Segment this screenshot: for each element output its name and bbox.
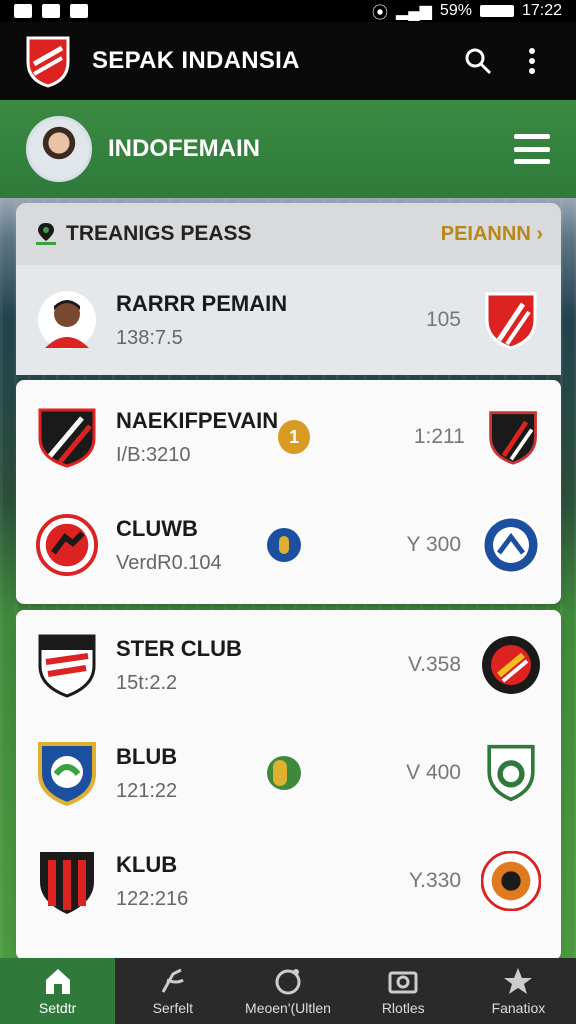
nav-item-matches[interactable]: Meoen'(Ultlen: [230, 958, 345, 1024]
item-sub: VerdR0.104: [116, 551, 222, 574]
item-value: Y.330: [408, 869, 461, 892]
item-sub: I/B:3210: [116, 443, 191, 466]
nav-label: Serfelt: [152, 1000, 194, 1016]
nav-label: Rlotles: [381, 1000, 425, 1016]
card-header: TREANIGS PEASS PEIANNN ›: [16, 203, 561, 265]
app-bar: SEPAK INDANSIA: [0, 22, 576, 100]
star-person-icon: [504, 968, 533, 994]
club-crest-icon: [36, 406, 98, 468]
status-bar: ⦿ ▂▄▆ 59% 17:22: [0, 0, 576, 22]
nav-item-fans[interactable]: Fanatiox: [461, 958, 576, 1024]
nav-label: Meoen'(Ultlen: [245, 1000, 331, 1016]
club-crest-icon: [485, 292, 537, 350]
item-sub: 121:22: [116, 779, 178, 802]
club-crest-icon: [482, 636, 540, 694]
notification-icon: [14, 4, 32, 18]
list-item[interactable]: NAEKIFPEVAIN I/B:3210 1 1:211: [16, 382, 561, 492]
wifi-icon: ⦿: [371, 5, 388, 22]
battery-icon: [479, 5, 514, 17]
see-all-label: PEIANNN: [440, 222, 531, 245]
nav-item-home[interactable]: Setdtr: [0, 958, 116, 1024]
signal-icon: ▂▄▆: [395, 3, 432, 20]
club-crest-icon: [36, 634, 98, 698]
hamburger-menu-icon[interactable]: [514, 134, 550, 164]
avatar[interactable]: [26, 116, 92, 182]
more-options-button[interactable]: [512, 41, 552, 81]
item-sub: 15t:2.2: [116, 671, 178, 694]
club-crest-icon: [481, 515, 541, 575]
item-sub: 122:216: [116, 887, 189, 910]
card-title: TREANIGS PEASS: [66, 222, 252, 245]
search-button[interactable]: [458, 41, 498, 81]
item-value: V 400: [406, 761, 461, 784]
app-title: SEPAK INDANSIA: [92, 47, 300, 74]
profile-name: INDOFEMAIN: [108, 135, 260, 162]
list-item[interactable]: KLUB 122:216 Y.330: [16, 826, 561, 936]
club-crest-icon: [487, 744, 535, 802]
location-pin-icon: [36, 223, 56, 245]
rank-badge: 1: [278, 420, 310, 454]
nav-item-media[interactable]: Rlotles: [346, 958, 461, 1024]
club-crest-icon: [36, 514, 98, 576]
battery-percent: 59%: [439, 2, 472, 19]
camera-icon: [388, 971, 418, 994]
club-crest-icon: [36, 742, 98, 806]
rank-badge: [267, 528, 301, 562]
list-item[interactable]: CLUWB VerdR0.104 Y 300: [16, 490, 561, 600]
item-name: BLUB: [116, 743, 178, 769]
item-value: Y 300: [406, 533, 462, 556]
item-value: 105: [425, 308, 461, 331]
item-name: NAEKIFPEVAIN: [116, 407, 279, 433]
nav-item-schedule[interactable]: Serfelt: [115, 958, 230, 1024]
refresh-ball-icon: [275, 969, 301, 995]
more-vertical-icon: [529, 48, 535, 74]
home-icon: [45, 969, 70, 994]
notification-icon: [70, 4, 88, 18]
item-sub: 138:7.5: [116, 326, 183, 349]
list-item[interactable]: STER CLUB 15t:2.2 V.358: [16, 610, 561, 720]
item-name: RARRR PEMAIN: [116, 290, 288, 316]
list-item[interactable]: BLUB 121:22 V 400: [16, 718, 561, 828]
item-value: V.358: [408, 653, 461, 676]
list-item[interactable]: RARRR PEMAIN 138:7.5 105: [16, 265, 561, 375]
see-all-link[interactable]: PEIANNN ›: [441, 223, 543, 246]
notification-icons: [14, 4, 88, 18]
whistle-icon: [161, 968, 184, 993]
search-icon: [465, 48, 492, 75]
clock: 17:22: [521, 2, 562, 19]
club-crest-icon: [489, 411, 537, 465]
player-avatar: [36, 289, 98, 351]
profile-bar: INDOFEMAIN: [0, 100, 576, 198]
rank-badge: [267, 756, 301, 790]
notification-icon: [42, 4, 60, 18]
chevron-right-icon: ›: [536, 222, 543, 245]
club-crest-icon: [36, 850, 98, 914]
item-name: CLUWB: [116, 515, 198, 541]
nav-label: Fanatiox: [491, 1000, 546, 1016]
club-crest-icon: [481, 851, 541, 911]
app-logo-icon: [26, 36, 70, 88]
nav-label: Setdtr: [38, 1000, 77, 1016]
item-value: 1:211: [413, 425, 465, 448]
status-indicators: ⦿ ▂▄▆ 59% 17:22: [372, 0, 562, 23]
item-name: STER CLUB: [116, 635, 242, 661]
bottom-navigation: Setdtr Serfelt Meoen'(Ultlen Rlotles Fan…: [0, 958, 576, 1024]
item-name: KLUB: [116, 851, 178, 877]
